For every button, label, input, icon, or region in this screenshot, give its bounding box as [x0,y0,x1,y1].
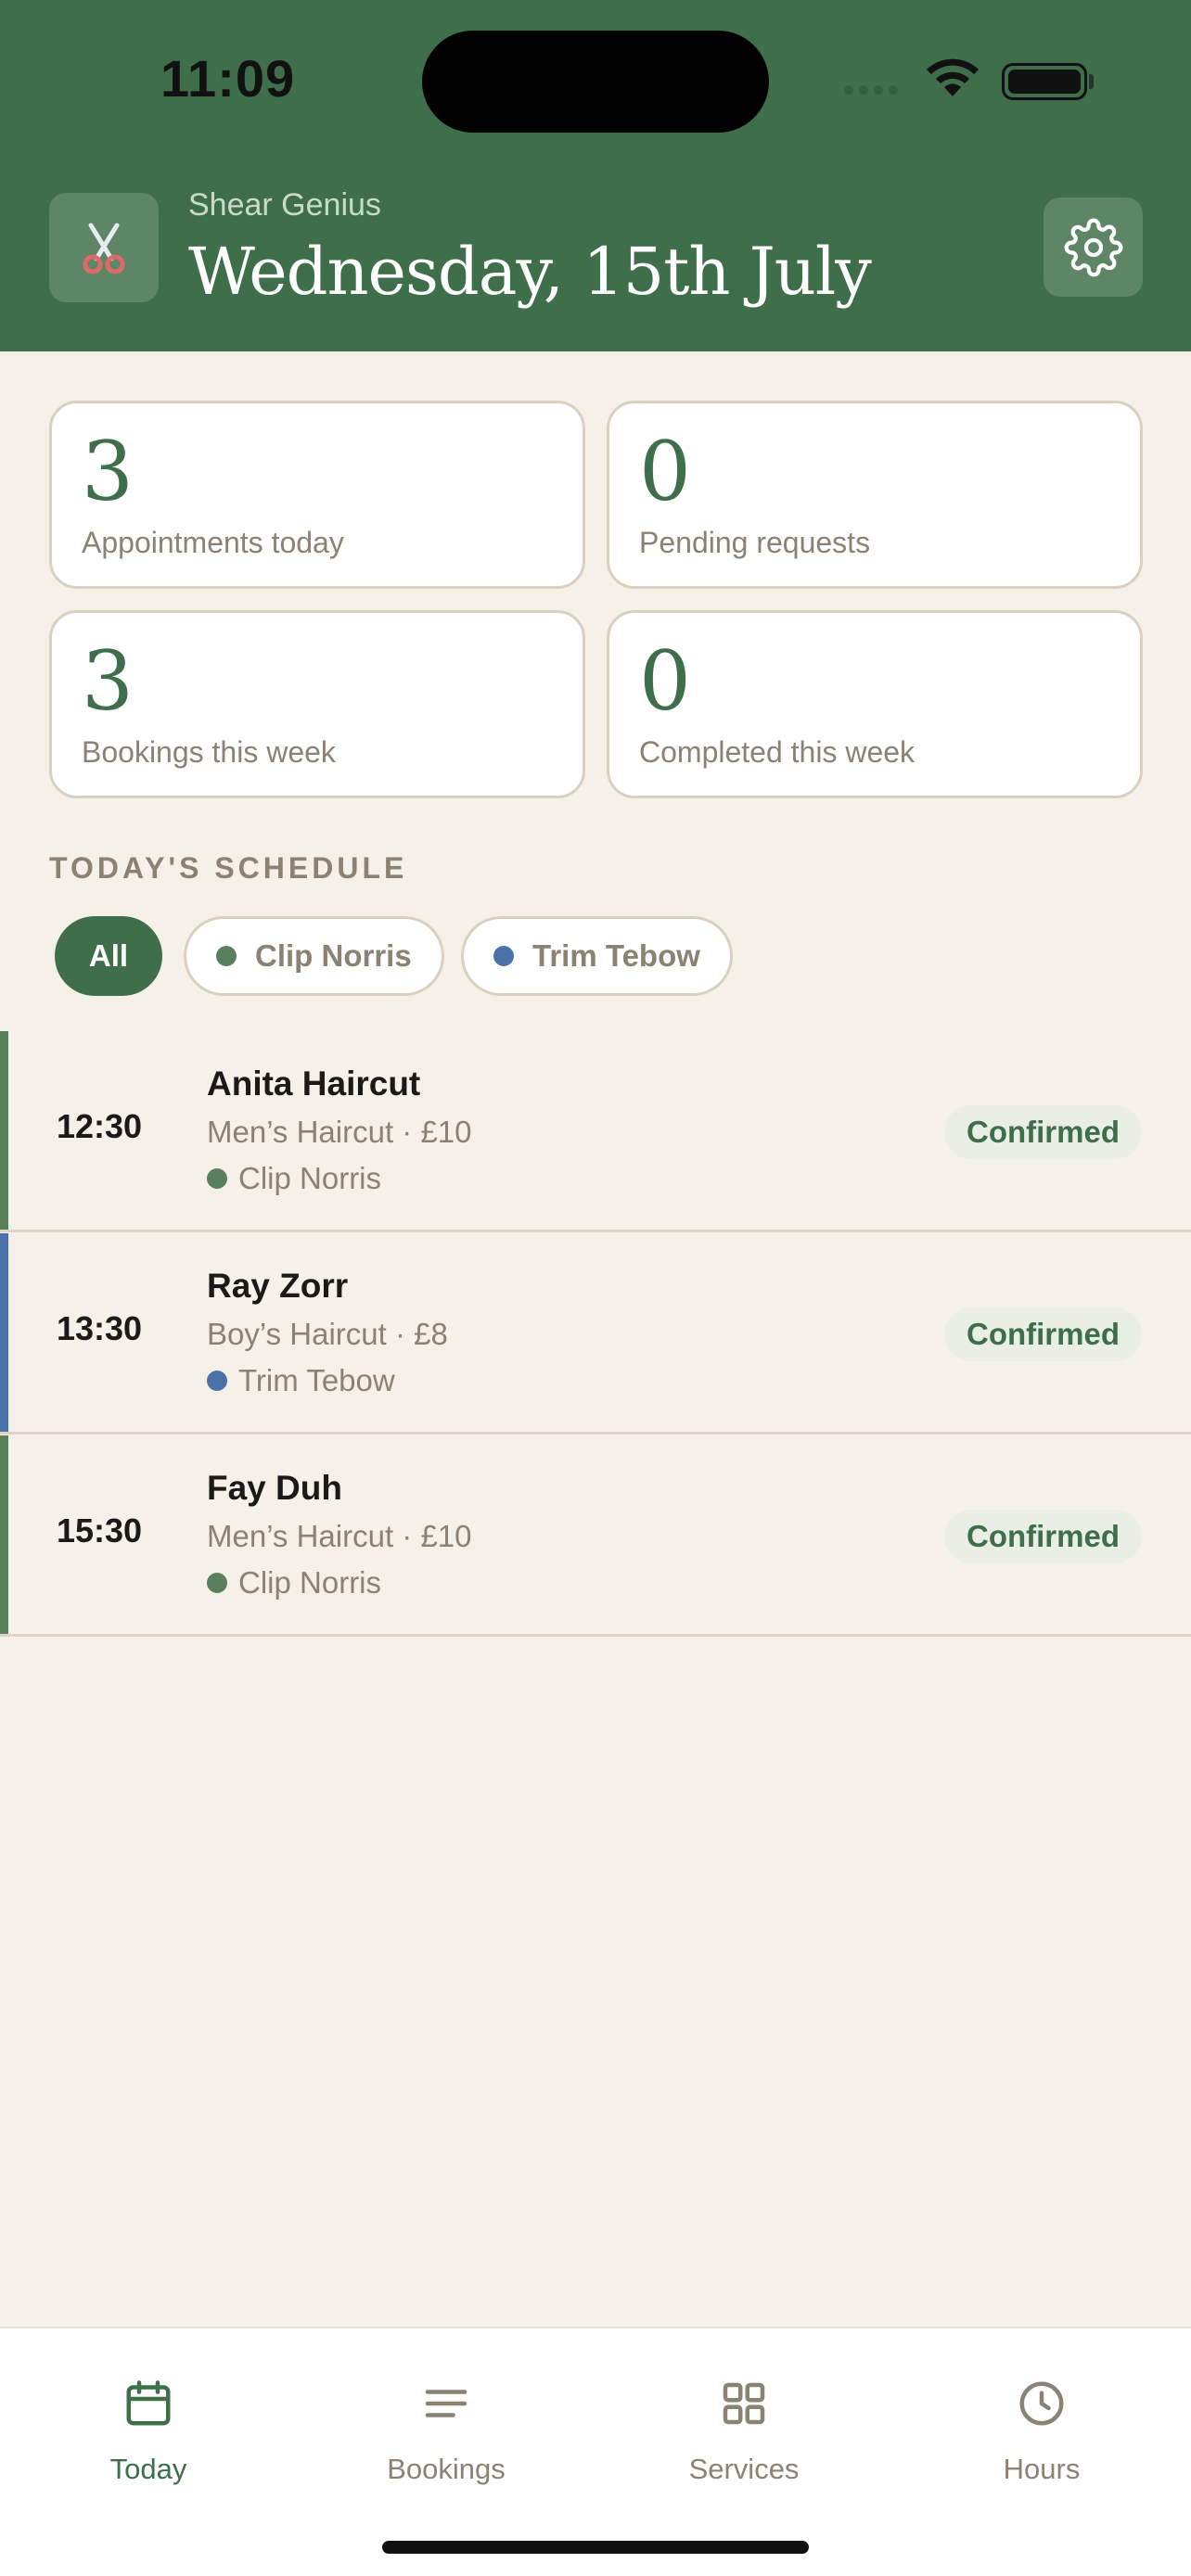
staff-tag: Clip Norris [207,1565,381,1600]
filter-chip-label: All [88,938,129,973]
app-header: 11:09 Shear Genius Wednesday, 15th July [0,0,1191,351]
stat-label: Completed this week [639,735,916,769]
list-icon [417,2375,475,2432]
staff-color-bar [0,1435,8,1634]
clock-icon [1013,2375,1070,2432]
staff-color-dot [493,946,514,966]
battery-icon [1002,63,1087,100]
status-badge: Confirmed [944,1307,1142,1361]
service-price: Men’s Haircut · £10 [207,1115,472,1149]
stat-value: 0 [639,633,691,729]
shop-name: Shear Genius [188,187,381,223]
customer-name: Fay Duh [207,1469,342,1507]
status-badge: Confirmed [944,1105,1142,1159]
home-indicator[interactable] [382,2541,809,2554]
staff-color-bar [0,1233,8,1432]
gear-icon [1064,218,1122,276]
tab-label: Services [688,2453,800,2485]
service-price: Boy’s Haircut · £8 [207,1317,448,1351]
staff-color-dot [216,946,237,966]
stat-label: Appointments today [82,526,344,559]
filter-chip-label: Clip Norris [255,938,412,973]
status-time: 11:09 [160,49,296,108]
staff-color-dot [207,1168,227,1189]
customer-name: Anita Haircut [207,1065,421,1103]
stat-label: Pending requests [639,526,871,559]
section-title: TODAY'S SCHEDULE [49,851,408,885]
staff-name: Clip Norris [238,1565,382,1600]
staff-color-bar [0,1031,8,1230]
stat-value: 3 [82,633,134,729]
cellular-signal-icon [844,85,898,95]
appointment-time: 13:30 [57,1309,143,1347]
calendar-icon [120,2375,177,2432]
appointment-row[interactable]: 15:30 Fay Duh Men’s Haircut · £10 Clip N… [0,1435,1191,1637]
battery-tip [1089,74,1094,89]
filter-chip-label: Trim Tebow [532,938,700,973]
staff-name: Clip Norris [238,1161,382,1195]
stat-value: 0 [639,424,691,519]
appointment-row[interactable]: 13:30 Ray Zorr Boy’s Haircut · £8 Trim T… [0,1233,1191,1435]
staff-tag: Clip Norris [207,1161,381,1196]
filter-chip-clip-norris[interactable]: Clip Norris [184,916,444,996]
appointment-time: 12:30 [57,1107,143,1145]
scissors-icon [49,193,159,302]
appointment-time: 15:30 [57,1511,143,1549]
filter-chip-trim-tebow[interactable]: Trim Tebow [461,916,733,996]
appointment-row[interactable]: 12:30 Anita Haircut Men’s Haircut · £10 … [0,1031,1191,1232]
tab-services[interactable]: Services [633,2375,855,2486]
staff-color-dot [207,1573,227,1593]
tab-today[interactable]: Today [37,2375,260,2486]
page-title: Wednesday, 15th July [188,234,872,310]
tab-label: Bookings [387,2453,506,2485]
tab-hours[interactable]: Hours [930,2375,1153,2486]
stat-card-bookings-this-week[interactable]: 3 Bookings this week [49,610,585,798]
staff-color-dot [207,1371,227,1391]
filter-chip-all[interactable]: All [55,916,162,996]
dynamic-island [422,31,769,133]
stat-label: Bookings this week [82,735,336,769]
staff-name: Trim Tebow [238,1363,395,1397]
settings-button[interactable] [1044,198,1143,297]
stat-card-pending-requests[interactable]: 0 Pending requests [607,401,1143,589]
tab-bookings[interactable]: Bookings [335,2375,557,2486]
wifi-icon [927,58,979,96]
grid-icon [715,2375,773,2432]
stat-card-appointments-today[interactable]: 3 Appointments today [49,401,585,589]
staff-tag: Trim Tebow [207,1363,395,1398]
stat-card-completed-this-week[interactable]: 0 Completed this week [607,610,1143,798]
status-badge: Confirmed [944,1510,1142,1563]
tab-label: Hours [1003,2453,1081,2485]
service-price: Men’s Haircut · £10 [207,1519,472,1553]
stat-value: 3 [82,424,134,519]
tab-bar: Today Bookings Services Hours [0,2327,1191,2576]
customer-name: Ray Zorr [207,1267,349,1305]
tab-label: Today [109,2453,187,2485]
